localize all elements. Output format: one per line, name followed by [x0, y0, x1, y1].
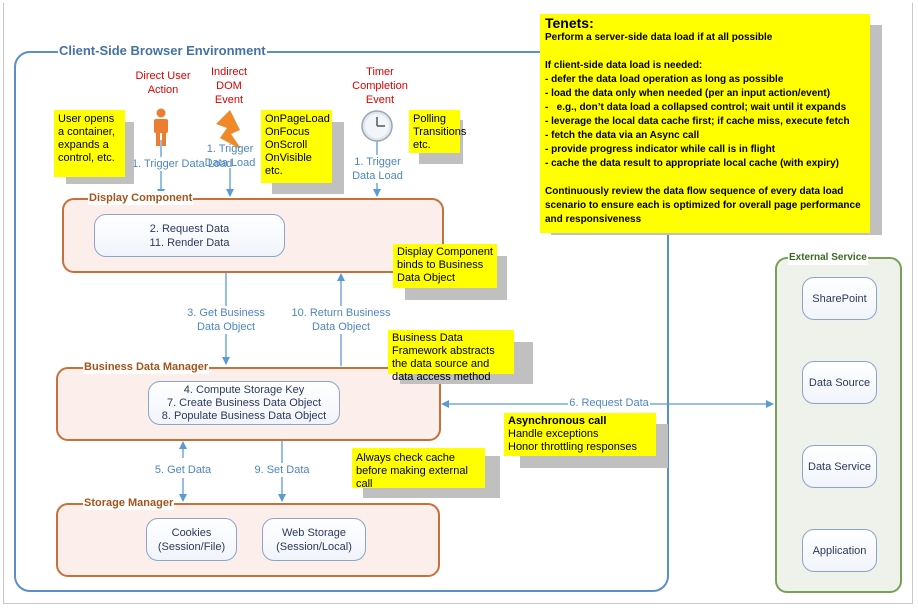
display-component-title: Display Component: [88, 191, 194, 205]
note-cache-check: Always check cache before making externa…: [352, 448, 485, 490]
dom-event-item: OnFocus: [265, 126, 310, 138]
tenets-note: Tenets: Perform a server-side data load …: [540, 14, 870, 233]
note-binds: Display Component binds to Business Data…: [393, 244, 497, 288]
store-sub: (Session/Local): [276, 540, 352, 553]
tenet-line: Perform a server-side data load if at al…: [545, 32, 773, 43]
tenet-line: - provide progress indicator while call …: [545, 144, 776, 155]
store-name: Web Storage: [281, 526, 346, 539]
tenet-line: If client-side data load is needed:: [545, 60, 703, 71]
dom-event-item: OnPageLoad: [265, 113, 330, 125]
step-compute-key: 4. Compute Storage Key: [183, 383, 305, 396]
store-name: Cookies: [171, 526, 212, 539]
business-data-manager-title: Business Data Manager: [83, 360, 210, 374]
step-create-bdo: 7. Create Business Data Object: [166, 396, 322, 409]
step-request-data: 2. Request Data: [149, 222, 230, 235]
note-framework: Business Data Framework abstracts the da…: [388, 330, 514, 383]
ext-application: Application: [802, 529, 877, 572]
tenet-line: - cache the data result to appropriate l…: [545, 158, 839, 169]
set-data-label: 9. Set Data: [252, 463, 312, 477]
note-async: Asynchronous call Handle exceptions Hono…: [504, 413, 656, 456]
note-dom-events: OnPageLoad OnFocus OnScroll OnVisible et…: [261, 110, 332, 183]
return-bdo-line: Data Object: [311, 321, 371, 333]
ext-data-source: Data Source: [802, 361, 877, 404]
store-sub: (Session/File): [157, 540, 226, 553]
ext-sharepoint: SharePoint: [802, 277, 877, 320]
dom-event-item: OnVisible: [265, 152, 312, 164]
step-render-data: 11. Render Data: [149, 236, 230, 249]
external-service-title: External Service: [788, 251, 868, 265]
tenet-line: - defer the data load operation as long …: [545, 74, 784, 85]
tenet-line: - leverage the local data cache first; i…: [545, 116, 850, 127]
client-environment-title: Client-Side Browser Environment: [58, 43, 267, 58]
store-cookies: Cookies (Session/File): [146, 518, 237, 561]
polling-item: etc.: [413, 139, 431, 151]
async-line: Handle exceptions: [508, 428, 599, 440]
dom-event-item: OnScroll: [265, 139, 308, 151]
tenets-title: Tenets:: [545, 15, 594, 31]
storage-manager: [56, 503, 440, 577]
clock-icon: [361, 110, 393, 142]
get-bdo-label: 3. Get Business Data Object: [184, 306, 268, 334]
store-web-storage: Web Storage (Session/Local): [262, 518, 366, 561]
tenet-line: Continuously review the data flow sequen…: [545, 186, 844, 197]
return-bdo-line: 10. Return Business: [291, 307, 391, 319]
timer-completion-event-label: Timer Completion Event: [352, 66, 408, 106]
get-bdo-line: Data Object: [196, 321, 256, 333]
tenet-line: [545, 171, 865, 185]
tenets-lines: Perform a server-side data load if at al…: [545, 31, 865, 227]
trigger-data-load-timer: 1. Trigger Data Load: [350, 155, 405, 183]
tenet-line: - e.g., don’t data load a collapsed cont…: [545, 102, 847, 113]
tenet-line: - load the data only when needed (per an…: [545, 88, 831, 99]
display-steps: 2. Request Data 11. Render Data: [94, 214, 285, 257]
storage-manager-title: Storage Manager: [83, 496, 175, 510]
async-title: Asynchronous call: [508, 415, 607, 427]
polling-item: Polling: [413, 113, 447, 125]
trigger-data-load-dom: 1. Trigger Data Load: [204, 143, 256, 169]
ext-data-service: Data Service: [802, 445, 877, 488]
tenet-line: [545, 45, 865, 59]
dom-event-item: etc.: [265, 165, 283, 177]
async-line: Honor throttling responses: [508, 441, 638, 453]
step-populate-bdo: 8. Populate Business Data Object: [161, 409, 327, 422]
direct-user-action-label: Direct User Action: [135, 70, 191, 96]
tenet-line: scenario to ensure each is optimized for…: [545, 200, 861, 211]
polling-item: Transitions: [413, 126, 467, 138]
tenet-line: and responsiveness: [545, 214, 642, 225]
bdm-steps: 4. Compute Storage Key 7. Create Busines…: [148, 381, 340, 425]
get-data-label: 5. Get Data: [152, 463, 214, 477]
note-user-opens: User opens a container, expands a contro…: [54, 110, 125, 177]
return-bdo-label: 10. Return Business Data Object: [290, 306, 392, 334]
get-bdo-line: 3. Get Business: [187, 307, 265, 319]
person-icon: [154, 108, 168, 146]
tenet-line: - fetch the data via an Async call: [545, 130, 700, 141]
indirect-dom-event-label: Indirect DOM Event: [210, 66, 248, 106]
request-data-label: 6. Request Data: [568, 396, 650, 410]
trigger-data-load-user: 1. Trigger Data Load: [132, 157, 233, 171]
note-polling: Polling Transitions etc.: [409, 110, 467, 153]
